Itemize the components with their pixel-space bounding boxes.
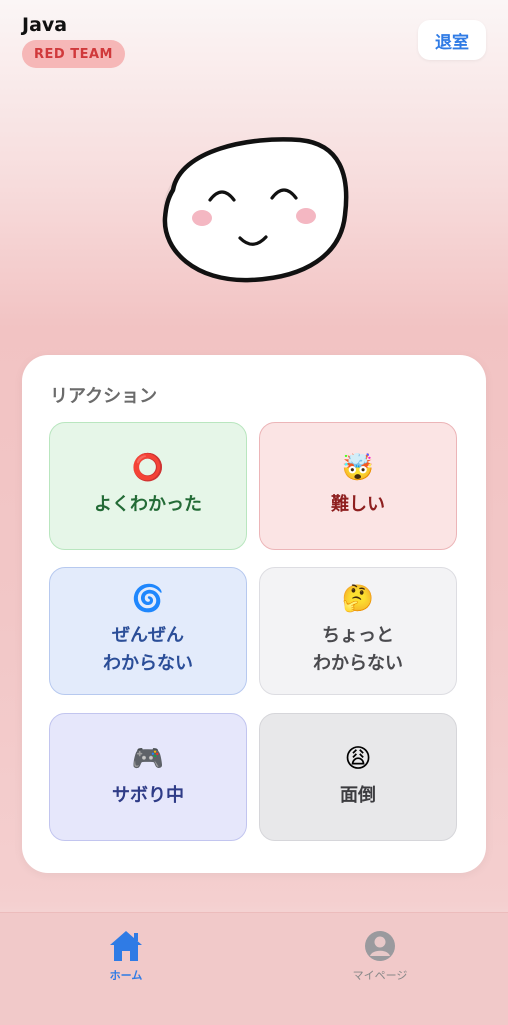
reaction-card: リアクション ⭕ よくわかった 🤯 難しい 🌀 ぜんぜん わからない 🤔 ちょっ…	[22, 355, 486, 873]
reaction-label: 面倒	[340, 785, 376, 806]
reaction-label: ちょっと わからない	[313, 625, 403, 674]
smiley-face-icon	[162, 137, 349, 283]
reaction-label: 難しい	[331, 494, 385, 515]
tab-mypage[interactable]: マイページ	[320, 929, 440, 983]
home-icon	[110, 931, 142, 961]
thinking-face-icon: 🤔	[341, 584, 375, 614]
reaction-slightly-button[interactable]: 🤔 ちょっと わからない	[259, 567, 457, 695]
person-circle-icon	[365, 931, 395, 961]
reaction-not-at-all-button[interactable]: 🌀 ぜんぜん わからない	[49, 567, 247, 695]
reaction-understood-button[interactable]: ⭕ よくわかった	[49, 422, 247, 550]
reaction-label: サボり中	[112, 785, 184, 806]
reaction-bothersome-button[interactable]: 😩 面倒	[259, 713, 457, 841]
weary-face-icon: 😩	[344, 744, 372, 774]
exit-button[interactable]: 退室	[418, 20, 486, 60]
tab-bar: ホーム マイページ	[0, 912, 508, 1025]
reaction-difficult-button[interactable]: 🤯 難しい	[259, 422, 457, 550]
page-title: Java	[22, 14, 68, 36]
cyclone-icon: 🌀	[131, 584, 165, 614]
exploding-head-icon: 🤯	[341, 453, 375, 483]
reaction-title: リアクション	[50, 386, 158, 407]
tab-home[interactable]: ホーム	[66, 929, 186, 983]
team-badge: RED TEAM	[22, 40, 125, 68]
reaction-label: よくわかった	[94, 494, 202, 515]
circle-icon: ⭕	[131, 453, 165, 483]
tab-mypage-label: マイページ	[352, 969, 408, 982]
reaction-label: ぜんぜん わからない	[103, 625, 193, 674]
tab-home-label: ホーム	[109, 969, 143, 982]
game-controller-icon: 🎮	[131, 744, 165, 774]
reaction-slacking-button[interactable]: 🎮 サボり中	[49, 713, 247, 841]
